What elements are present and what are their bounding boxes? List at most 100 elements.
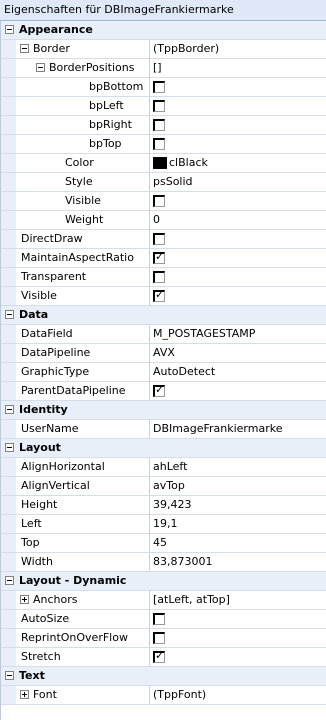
property-row-font[interactable]: Font (TppFont)	[1, 686, 326, 705]
checkbox[interactable]	[153, 195, 165, 207]
property-name: DataPipeline	[21, 346, 91, 359]
property-row-anchors[interactable]: Anchors [atLeft, atTop]	[1, 591, 326, 610]
property-value[interactable]: DBImageFrankiermarke	[153, 420, 323, 438]
collapse-icon[interactable]	[5, 405, 14, 414]
property-value[interactable]: 39,423	[153, 496, 323, 514]
property-row-width[interactable]: Width 83,873001	[1, 553, 326, 572]
property-row-parentdatapipeline[interactable]: ParentDataPipeline	[1, 382, 326, 401]
property-row-bpright[interactable]: bpRight	[1, 116, 326, 135]
property-row-left[interactable]: Left 19,1	[1, 515, 326, 534]
property-value[interactable]: 45	[153, 534, 323, 552]
property-value[interactable]: 19,1	[153, 515, 323, 533]
property-row-alignvertical[interactable]: AlignVertical avTop	[1, 477, 326, 496]
object-inspector: Eigenschaften für DBImageFrankiermarke A…	[0, 0, 326, 720]
property-value[interactable]: []	[153, 59, 323, 77]
property-row-bpbottom[interactable]: bpBottom	[1, 78, 326, 97]
checkbox[interactable]	[153, 119, 165, 131]
collapse-icon[interactable]	[5, 310, 14, 319]
property-row-alignhorizontal[interactable]: AlignHorizontal ahLeft	[1, 458, 326, 477]
property-grid: Appearance Border (TppBorder) BorderPosi…	[0, 21, 326, 720]
checkbox[interactable]	[153, 100, 165, 112]
checkbox[interactable]	[153, 649, 165, 663]
checkbox[interactable]	[153, 613, 165, 625]
property-row-bpleft[interactable]: bpLeft	[1, 97, 326, 116]
property-name: Visible	[21, 289, 57, 302]
category-label: Identity	[19, 403, 68, 416]
collapse-icon[interactable]	[20, 44, 29, 53]
property-name: ParentDataPipeline	[21, 384, 126, 397]
checkbox[interactable]	[153, 383, 165, 397]
property-value[interactable]: ahLeft	[153, 458, 323, 476]
category-appearance[interactable]: Appearance	[1, 21, 326, 40]
property-name: Height	[21, 498, 58, 511]
category-text[interactable]: Text	[1, 667, 326, 686]
checkbox[interactable]	[153, 81, 165, 93]
property-row-height[interactable]: Height 39,423	[1, 496, 326, 515]
checkbox[interactable]	[153, 271, 165, 283]
property-row-border-visible[interactable]: Visible	[1, 192, 326, 211]
property-value[interactable]: avTop	[153, 477, 323, 495]
property-row-username[interactable]: UserName DBImageFrankiermarke	[1, 420, 326, 439]
inspector-title: Eigenschaften für DBImageFrankiermarke	[0, 0, 326, 21]
property-value[interactable]: (TppBorder)	[153, 40, 323, 58]
property-value[interactable]: M_POSTAGESTAMP	[153, 325, 323, 343]
property-row-top[interactable]: Top 45	[1, 534, 326, 553]
property-name: UserName	[21, 422, 79, 435]
property-name: GraphicType	[21, 365, 90, 378]
property-row-bptop[interactable]: bpTop	[1, 135, 326, 154]
property-name: Font	[33, 688, 57, 701]
property-value[interactable]: AutoDetect	[153, 363, 323, 381]
category-data[interactable]: Data	[1, 306, 326, 325]
property-name: Left	[21, 517, 42, 530]
checkbox[interactable]	[153, 233, 165, 245]
property-value[interactable]: 0	[153, 211, 323, 229]
category-identity[interactable]: Identity	[1, 401, 326, 420]
collapse-icon[interactable]	[5, 671, 14, 680]
property-row-maintainaspectratio[interactable]: MaintainAspectRatio	[1, 249, 326, 268]
property-row-datafield[interactable]: DataField M_POSTAGESTAMP	[1, 325, 326, 344]
property-row-visible[interactable]: Visible	[1, 287, 326, 306]
expand-icon[interactable]	[20, 595, 29, 604]
property-value[interactable]: clBlack	[169, 156, 208, 169]
property-row-border[interactable]: Border (TppBorder)	[1, 40, 326, 59]
property-row-borderpositions[interactable]: BorderPositions []	[1, 59, 326, 78]
property-row-weight[interactable]: Weight 0	[1, 211, 326, 230]
property-row-style[interactable]: Style psSolid	[1, 173, 326, 192]
property-name: Color	[65, 156, 94, 169]
property-row-autosize[interactable]: AutoSize	[1, 610, 326, 629]
property-value[interactable]: psSolid	[153, 173, 323, 191]
category-layout-dynamic[interactable]: Layout - Dynamic	[1, 572, 326, 591]
expand-icon[interactable]	[20, 690, 29, 699]
property-row-directdraw[interactable]: DirectDraw	[1, 230, 326, 249]
property-value[interactable]: [atLeft, atTop]	[153, 591, 323, 609]
property-name: Width	[21, 555, 53, 568]
category-label: Appearance	[19, 23, 93, 36]
category-layout[interactable]: Layout	[1, 439, 326, 458]
checkbox[interactable]	[153, 632, 165, 644]
property-row-color[interactable]: Color clBlack	[1, 154, 326, 173]
checkbox[interactable]	[153, 288, 165, 302]
property-name: Stretch	[21, 650, 61, 663]
property-row-graphictype[interactable]: GraphicType AutoDetect	[1, 363, 326, 382]
property-value[interactable]: AVX	[153, 344, 323, 362]
property-name: Transparent	[21, 270, 87, 283]
collapse-icon[interactable]	[5, 25, 14, 34]
property-value[interactable]: 83,873001	[153, 553, 323, 571]
collapse-icon[interactable]	[5, 576, 14, 585]
collapse-icon[interactable]	[36, 63, 45, 72]
property-row-datapipeline[interactable]: DataPipeline AVX	[1, 344, 326, 363]
property-name: Style	[65, 175, 93, 188]
collapse-icon[interactable]	[5, 443, 14, 452]
color-swatch	[153, 157, 167, 169]
property-row-reprintonoverflow[interactable]: ReprintOnOverFlow	[1, 629, 326, 648]
property-name: bpLeft	[89, 99, 124, 112]
checkbox[interactable]	[153, 138, 165, 150]
property-name: AlignHorizontal	[21, 460, 105, 473]
property-name: Top	[21, 536, 40, 549]
checkbox[interactable]	[153, 250, 165, 264]
property-row-transparent[interactable]: Transparent	[1, 268, 326, 287]
property-value[interactable]: (TppFont)	[153, 686, 323, 704]
property-name: Visible	[65, 194, 101, 207]
property-row-stretch[interactable]: Stretch	[1, 648, 326, 667]
property-name: ReprintOnOverFlow	[21, 631, 128, 644]
